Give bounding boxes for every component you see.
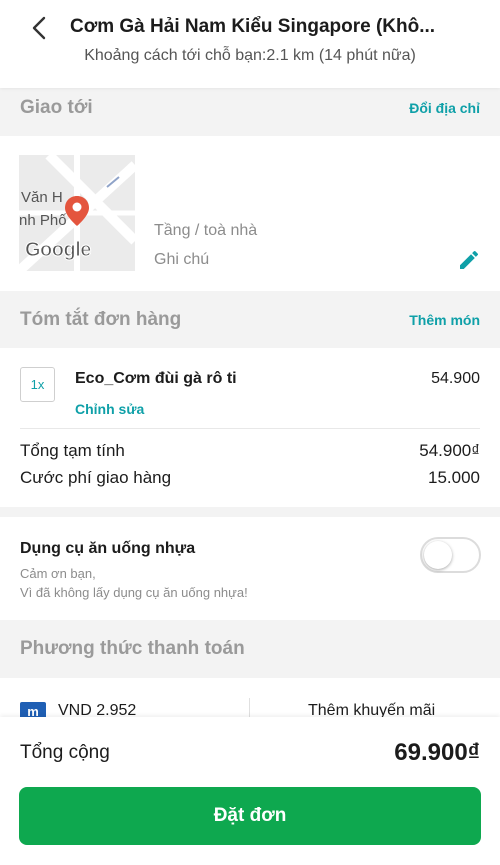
payment-section-label: Phương thức thanh toán [20, 638, 245, 659]
section-spacer [0, 507, 500, 517]
delivery-section-header: Giao tới Đổi địa chỉ [0, 88, 500, 136]
map-label: nh Phố [19, 212, 67, 229]
map-label: Văn H [21, 189, 63, 206]
pencil-icon[interactable] [457, 248, 481, 272]
header: Cơm Gà Hải Nam Kiểu Singapore (Khô... Kh… [0, 0, 500, 88]
order-summary-label: Tóm tắt đơn hàng [20, 309, 182, 330]
item-name: Eco_Cơm đùi gà rô ti [75, 370, 237, 387]
total-label: Tổng cộng [20, 742, 110, 763]
checkout-footer: Tổng cộng 69.900₫ Đặt đơn [0, 717, 500, 865]
payment-row: m VND 2.952 Thêm khuyến mãi [0, 690, 500, 720]
utensils-desc-line2: Vì đã không lấy dụng cụ ăn uống nhựa! [20, 585, 248, 600]
order-summary-header: Tóm tắt đơn hàng Thêm món [0, 291, 500, 348]
divider [20, 428, 480, 429]
subtotal-label: Tổng tạm tính [20, 441, 125, 460]
place-order-button[interactable]: Đặt đơn [19, 787, 481, 845]
quantity-box[interactable]: 1x [20, 367, 55, 402]
chevron-left-icon[interactable] [24, 12, 56, 44]
item-price: 54.900 [431, 370, 480, 387]
map-thumbnail[interactable]: Văn H nh Phố Google [19, 155, 135, 271]
change-address-link[interactable]: Đổi địa chỉ [409, 100, 480, 116]
utensils-title: Dụng cụ ăn uống nhựa [20, 540, 196, 557]
utensils-toggle[interactable] [420, 537, 481, 573]
location-pin-icon [65, 196, 89, 226]
delivery-fee-value: 15.000 [428, 468, 480, 487]
subtotal-value: 54.900₫ [419, 441, 480, 460]
delivery-fee-label: Cước phí giao hàng [20, 468, 172, 487]
edit-item-link[interactable]: Chỉnh sửa [75, 401, 144, 417]
building-input[interactable]: Tầng / toà nhà [154, 222, 257, 240]
restaurant-title: Cơm Gà Hải Nam Kiểu Singapore (Khô... [70, 16, 436, 37]
distance-subtitle: Khoảng cách tới chỗ bạn:2.1 km (14 phút … [84, 47, 416, 64]
note-input[interactable]: Ghi chú [154, 251, 209, 269]
google-logo: Google [25, 239, 92, 262]
toggle-knob [424, 541, 452, 569]
add-item-link[interactable]: Thêm món [409, 312, 480, 328]
utensils-desc-line1: Cảm ơn bạn, [20, 566, 96, 581]
delivery-section-label: Giao tới [20, 97, 93, 118]
payment-section-header: Phương thức thanh toán [0, 620, 500, 678]
total-value: 69.900₫ [394, 739, 480, 766]
